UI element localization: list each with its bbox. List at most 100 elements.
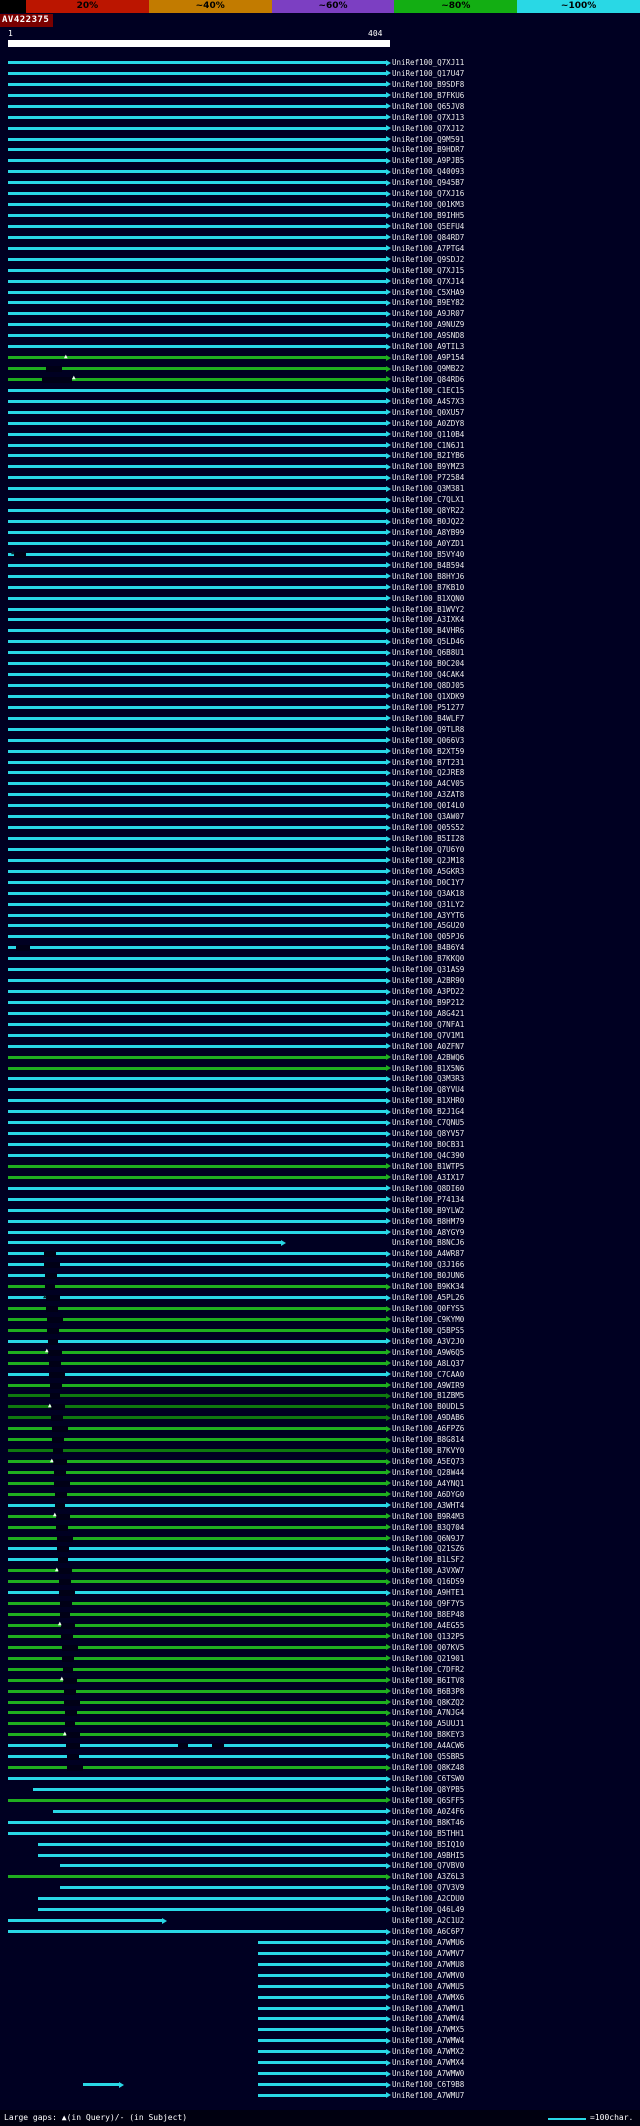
hit-bar[interactable] <box>8 1263 386 1267</box>
hit-bar[interactable] <box>8 1077 386 1081</box>
hit-label[interactable]: UniRef100_A5PL26 <box>392 1293 464 1302</box>
hit-label[interactable]: UniRef100_Q5EFU4 <box>392 222 464 231</box>
hit-bar[interactable] <box>8 1919 162 1923</box>
hit-label[interactable]: UniRef100_B7FKU6 <box>392 91 464 100</box>
hit-label[interactable]: UniRef100_Q132P5 <box>392 1632 464 1641</box>
hit-label[interactable]: UniRef100_B7KB10 <box>392 583 464 592</box>
hit-label[interactable]: UniRef100_Q5BPS5 <box>392 1326 464 1335</box>
hit-bar[interactable] <box>8 312 386 316</box>
hit-bar[interactable] <box>8 1930 386 1934</box>
hit-label[interactable]: UniRef100_A8YB99 <box>392 528 464 537</box>
hit-label[interactable]: UniRef100_Q5LD46 <box>392 637 464 646</box>
hit-label[interactable]: UniRef100_B9YMZ3 <box>392 462 464 471</box>
hit-bar[interactable] <box>8 979 386 983</box>
hit-label[interactable]: UniRef100_A2BWQ6 <box>392 1053 464 1062</box>
hit-bar[interactable] <box>8 1777 386 1780</box>
hit-label[interactable]: UniRef100_A7WMV0 <box>392 1971 464 1980</box>
hit-label[interactable]: UniRef100_Q7XJ15 <box>392 266 464 275</box>
hit-bar[interactable] <box>60 1886 386 1890</box>
hit-label[interactable]: UniRef100_Q8KZ48 <box>392 1763 464 1772</box>
hit-bar[interactable] <box>8 1416 386 1420</box>
hit-label[interactable]: UniRef100_B8KT46 <box>392 1818 464 1827</box>
hit-bar[interactable] <box>258 1940 386 1944</box>
hit-label[interactable]: UniRef100_Q46L49 <box>392 1905 464 1914</box>
hit-label[interactable]: UniRef100_Q3M381 <box>392 484 464 493</box>
hit-bar[interactable] <box>8 268 386 272</box>
hit-label[interactable]: UniRef100_Q07KV5 <box>392 1643 464 1652</box>
hit-bar[interactable] <box>8 1230 386 1234</box>
hit-label[interactable]: UniRef100_A9NUZ9 <box>392 320 464 329</box>
hit-label[interactable]: UniRef100_C5XHA9 <box>392 288 464 297</box>
hit-bar[interactable] <box>8 115 386 119</box>
hit-bar[interactable] <box>8 520 386 524</box>
hit-bar[interactable] <box>8 804 386 808</box>
hit-bar[interactable] <box>8 1350 386 1354</box>
hit-bar[interactable] <box>8 793 386 797</box>
hit-label[interactable]: UniRef100_A9W6Q5 <box>392 1348 464 1357</box>
hit-bar[interactable] <box>8 815 386 819</box>
hit-bar[interactable] <box>8 509 386 513</box>
hit-label[interactable]: UniRef100_A9HTE1 <box>392 1588 464 1597</box>
hit-label[interactable]: UniRef100_A3IX17 <box>392 1173 464 1182</box>
hit-label[interactable]: UniRef100_B9P212 <box>392 998 464 1007</box>
hit-bar[interactable] <box>8 607 386 611</box>
hit-label[interactable]: UniRef100_A4ACW6 <box>392 1741 464 1750</box>
hit-bar[interactable] <box>8 1186 386 1190</box>
hit-bar[interactable] <box>8 1143 386 1147</box>
hit-label[interactable]: UniRef100_Q28W44 <box>392 1468 464 1477</box>
hit-label[interactable]: UniRef100_Q3J166 <box>392 1260 464 1269</box>
hit-bar[interactable] <box>8 902 386 906</box>
hit-label[interactable]: UniRef100_Q31AS9 <box>392 965 464 974</box>
hit-label[interactable]: UniRef100_A7WMU6 <box>392 1938 464 1947</box>
hit-bar[interactable] <box>8 1296 386 1300</box>
hit-label[interactable]: UniRef100_A0ZDY8 <box>392 419 464 428</box>
hit-bar[interactable] <box>8 1317 386 1321</box>
hit-bar[interactable] <box>258 1984 386 1988</box>
hit-label[interactable]: UniRef100_Q9SDJ2 <box>392 255 464 264</box>
hit-bar[interactable] <box>8 990 386 994</box>
hit-label[interactable]: UniRef100_A8YGY9 <box>392 1228 464 1237</box>
hit-label[interactable]: UniRef100_Q8YV57 <box>392 1129 464 1138</box>
hit-label[interactable]: UniRef100_B9HDR7 <box>392 145 464 154</box>
hit-bar[interactable] <box>8 137 386 141</box>
hit-label[interactable]: UniRef100_A3ZAT8 <box>392 790 464 799</box>
hit-bar[interactable] <box>8 1339 386 1343</box>
hit-bar[interactable] <box>8 1110 386 1114</box>
hit-label[interactable]: UniRef100_A3PD22 <box>392 987 464 996</box>
hit-bar[interactable] <box>8 1328 386 1332</box>
hit-bar[interactable] <box>8 837 386 841</box>
hit-label[interactable]: UniRef100_A4WR87 <box>392 1249 464 1258</box>
hit-bar[interactable] <box>38 1842 386 1846</box>
hit-bar[interactable] <box>8 530 386 534</box>
hit-label[interactable]: UniRef100_Q945B7 <box>392 178 464 187</box>
hit-label[interactable]: UniRef100_A7WMW0 <box>392 2069 464 2078</box>
hit-bar[interactable] <box>8 771 386 775</box>
hit-label[interactable]: UniRef100_A5UUJ1 <box>392 1719 464 1728</box>
hit-label[interactable]: UniRef100_Q8YVU4 <box>392 1085 464 1094</box>
hit-label[interactable]: UniRef100_B1XQN0 <box>392 594 464 603</box>
hit-label[interactable]: UniRef100_B5VY40 <box>392 550 464 559</box>
hit-label[interactable]: UniRef100_P51277 <box>392 703 464 712</box>
hit-label[interactable]: UniRef100_Q2JRE8 <box>392 768 464 777</box>
hit-bar[interactable] <box>60 1864 386 1868</box>
hit-bar[interactable] <box>8 629 386 633</box>
hit-label[interactable]: UniRef100_C1N6J1 <box>392 441 464 450</box>
hit-bar[interactable] <box>8 82 386 86</box>
hit-bar[interactable] <box>258 2006 386 2010</box>
hit-bar[interactable] <box>8 192 386 196</box>
hit-label[interactable]: UniRef100_A8LQ37 <box>392 1359 464 1368</box>
hit-bar[interactable] <box>8 563 386 567</box>
hit-label[interactable]: UniRef100_A3YYT6 <box>392 911 464 920</box>
hit-label[interactable]: UniRef100_A9BHI5 <box>392 1851 464 1860</box>
hit-bar[interactable] <box>8 421 386 425</box>
hit-bar[interactable] <box>258 2093 386 2097</box>
hit-label[interactable]: UniRef100_B7KVY0 <box>392 1446 464 1455</box>
hit-label[interactable]: UniRef100_Q6SFF5 <box>392 1796 464 1805</box>
hit-bar[interactable] <box>8 858 386 862</box>
hit-label[interactable]: UniRef100_A6C6P7 <box>392 1927 464 1936</box>
hit-label[interactable]: UniRef100_B9KK34 <box>392 1282 464 1291</box>
hit-label[interactable]: UniRef100_A7WMV7 <box>392 1949 464 1958</box>
hit-label[interactable]: UniRef100_Q7VBV0 <box>392 1861 464 1870</box>
hit-bar[interactable] <box>8 181 386 185</box>
hit-bar[interactable] <box>8 454 386 458</box>
